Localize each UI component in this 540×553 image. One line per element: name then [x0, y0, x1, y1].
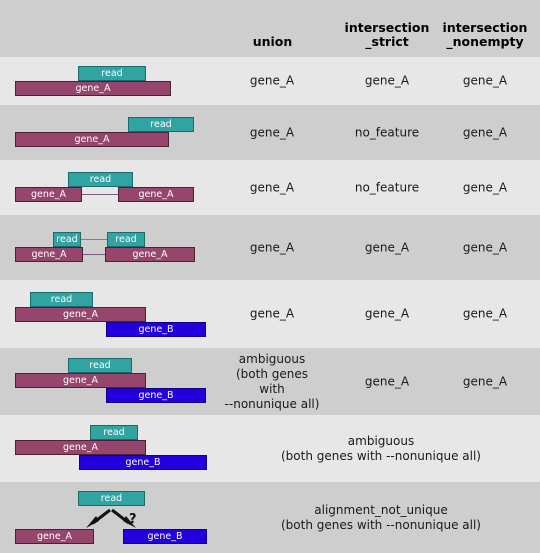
- result-intersection-nonempty: gene_A: [462, 374, 508, 388]
- column-header-intersection-strict: intersection _strict: [344, 20, 430, 49]
- table-row: read gene_A gene_A gene_A gene_A: [0, 57, 540, 105]
- gene-a-bar: gene_A: [15, 373, 146, 388]
- result-intersection-nonempty: gene_A: [462, 240, 508, 254]
- read-gene-diagram-3: read gene_A gene_A: [0, 160, 222, 215]
- gene-a-bar: gene_A: [15, 132, 169, 147]
- result-intersection-nonempty: gene_A: [462, 306, 508, 321]
- gene-a-bar-exon-left: gene_A: [15, 187, 82, 202]
- result-union: gene_A: [249, 73, 295, 88]
- gene-a-bar: gene_A: [15, 529, 94, 544]
- question-mark-label: ?: [129, 512, 137, 527]
- read-gene-diagram-7: read gene_A gene_B: [0, 415, 222, 482]
- gene-a-bar-exon-right: gene_A: [105, 247, 195, 262]
- gene-b-bar: gene_B: [123, 529, 207, 544]
- column-header-union: union: [252, 34, 293, 49]
- gene-intron-link: [80, 194, 120, 195]
- read-gene-diagram-2: read gene_A: [0, 105, 222, 160]
- result-union: gene_A: [249, 306, 295, 321]
- read-gene-diagram-5: read gene_A gene_B: [0, 280, 222, 348]
- gene-a-bar: gene_A: [15, 81, 171, 96]
- gene-a-bar: gene_A: [15, 307, 146, 322]
- gene-a-bar-exon-left: gene_A: [15, 247, 83, 262]
- table-row: read gene_A gene_B ambiguous (both genes…: [0, 348, 540, 415]
- htseq-count-modes-figure: union intersection _strict intersection …: [0, 0, 540, 553]
- table-row: read gene_A gene_B ambiguous (both genes…: [0, 415, 540, 482]
- read-bar: read: [68, 172, 133, 187]
- result-intersection-nonempty: gene_A: [462, 180, 508, 194]
- result-intersection-strict: gene_A: [364, 374, 410, 388]
- result-intersection-strict: gene_A: [364, 73, 410, 88]
- result-union: gene_A: [249, 125, 295, 139]
- gene-b-bar: gene_B: [106, 322, 206, 337]
- result-intersection-nonempty: gene_A: [462, 125, 508, 139]
- read-bar: read: [90, 425, 138, 440]
- result-intersection-nonempty: gene_A: [462, 73, 508, 88]
- table-row: read gene_A gene_A gene_A no_feature gen…: [0, 160, 540, 215]
- read-bar: read: [68, 358, 132, 373]
- result-merged: alignment_not_unique (both genes with --…: [281, 502, 481, 532]
- read-bar-segment-left: read: [53, 232, 81, 247]
- read-gene-diagram-1: read gene_A: [0, 57, 222, 105]
- result-intersection-strict: no_feature: [354, 180, 420, 194]
- gene-intron-link: [80, 254, 108, 255]
- result-union: gene_A: [249, 180, 295, 194]
- result-intersection-strict: gene_A: [364, 306, 410, 321]
- table-row: read ? gene_A gene_B alignment_not_uniqu…: [0, 482, 540, 553]
- gene-a-bar-exon-right: gene_A: [118, 187, 194, 202]
- gene-b-bar: gene_B: [79, 455, 207, 470]
- gene-a-bar: gene_A: [15, 440, 146, 455]
- read-gene-diagram-6: read gene_A gene_B: [0, 348, 222, 415]
- arrow-head-left: [86, 516, 99, 528]
- column-header-intersection-nonempty: intersection _nonempty: [442, 20, 528, 49]
- gene-b-bar: gene_B: [106, 388, 206, 403]
- read-gene-diagram-8: read ? gene_A gene_B: [0, 482, 222, 553]
- read-splice-link: [78, 239, 110, 240]
- table-row: read gene_A gene_B gene_A gene_A gene_A: [0, 280, 540, 348]
- result-intersection-strict: no_feature: [354, 125, 420, 139]
- read-gene-diagram-4: read read gene_A gene_A: [0, 215, 222, 280]
- result-union: ambiguous (both genes with --nonunique a…: [224, 351, 320, 411]
- table-header-row: union intersection _strict intersection …: [0, 0, 540, 57]
- read-bar: read: [128, 117, 194, 132]
- result-merged: ambiguous (both genes with --nonunique a…: [281, 433, 481, 463]
- table-row: read read gene_A gene_A gene_A gene_A ge…: [0, 215, 540, 280]
- read-bar-segment-right: read: [107, 232, 145, 247]
- result-union: gene_A: [249, 240, 295, 254]
- table-row: read gene_A gene_A no_feature gene_A: [0, 105, 540, 160]
- read-bar: read: [78, 66, 146, 81]
- result-intersection-strict: gene_A: [364, 240, 410, 254]
- read-bar: read: [30, 292, 93, 307]
